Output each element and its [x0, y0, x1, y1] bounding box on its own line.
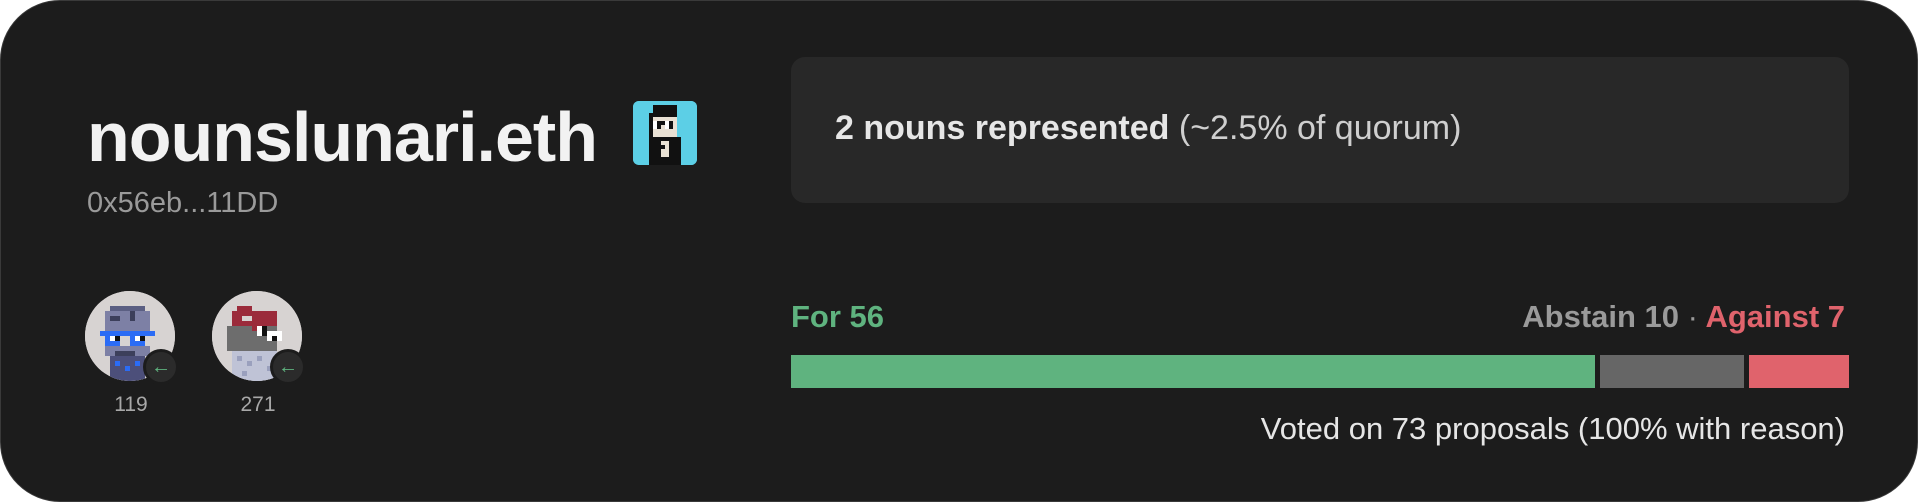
delegate-card: nounslunari.eth 0x56eb...11DD ← 119 ← 27… — [0, 0, 1918, 502]
separator: · — [1687, 299, 1698, 334]
vote-distribution-bar — [791, 355, 1849, 388]
delegated-noun-119[interactable]: ← 119 — [85, 291, 179, 417]
delegate-ens-name[interactable]: nounslunari.eth — [87, 95, 598, 179]
delegate-address[interactable]: 0x56eb...11DD — [87, 187, 278, 220]
voted-summary: Voted on 73 proposals (100% with reason) — [1260, 411, 1845, 446]
votes-for-label: For 56 — [791, 299, 885, 334]
against-segment — [1749, 355, 1849, 388]
noun-avatar-icon — [633, 101, 697, 165]
representation-text: 2 nouns represented (~2.5% of quorum) — [835, 109, 1461, 148]
noun-id: 271 — [240, 393, 276, 416]
votes-abstain-label: Abstain 10 — [1522, 299, 1680, 334]
votes-against-label: Against 7 — [1705, 299, 1845, 334]
delegated-noun-271[interactable]: ← 271 — [212, 291, 306, 417]
quorum-percentage: (~2.5% of quorum) — [1178, 109, 1462, 147]
votes-abstain-against: Abstain 10 · Against 7 — [1522, 299, 1845, 335]
nouns-represented: 2 nouns represented — [835, 109, 1170, 147]
arrow-left-icon: ← — [270, 349, 306, 385]
delegate-avatar[interactable] — [633, 101, 697, 165]
representation-panel: 2 nouns represented (~2.5% of quorum) — [791, 57, 1849, 203]
abstain-segment — [1600, 355, 1744, 388]
for-segment — [791, 355, 1595, 388]
arrow-left-icon: ← — [143, 349, 179, 385]
noun-id: 119 — [114, 393, 148, 416]
